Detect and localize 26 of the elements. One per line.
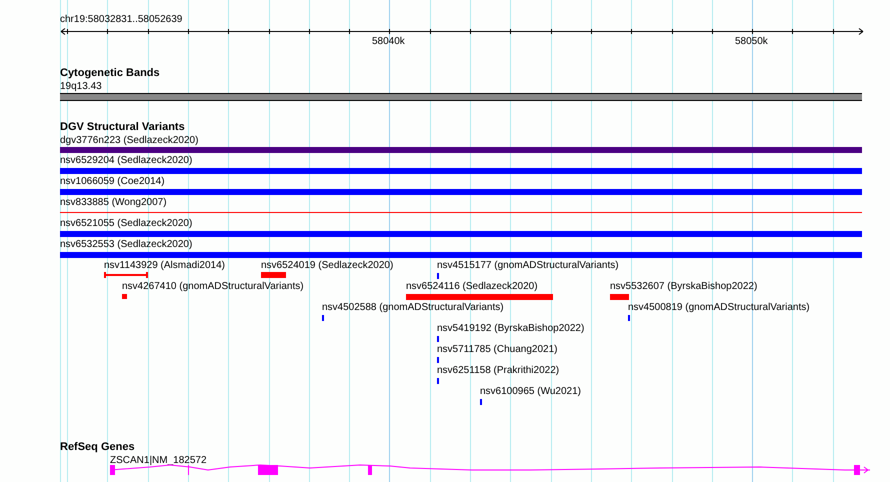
variant-label: nsv6251158 (Prakrithi2022)	[437, 365, 560, 376]
variant-label: nsv4500819 (gnomADStructuralVariants)	[628, 302, 810, 313]
variant-label: nsv6524116 (Sedlazeck2020)	[406, 281, 538, 292]
variant-label: nsv4267410 (gnomADStructuralVariants)	[122, 281, 304, 292]
variant-label: nsv833885 (Wong2007)	[60, 197, 167, 208]
variant-label: nsv6529204 (Sedlazeck2020)	[60, 155, 192, 166]
track-title: RefSeq Genes	[60, 442, 135, 453]
variant-label: nsv1066059 (Coe2014)	[60, 176, 165, 187]
region-label: chr19:58032831..58052639	[60, 14, 182, 25]
variant-label: nsv6532553 (Sedlazeck2020)	[60, 239, 192, 250]
tick-label: 58050k	[735, 36, 768, 47]
variant-label: nsv6524019 (Sedlazeck2020)	[261, 260, 394, 271]
tick-label: 58040k	[372, 36, 405, 47]
variant-label: nsv5532607 (ByrskaBishop2022)	[610, 281, 758, 292]
variant-label: nsv5419192 (ByrskaBishop2022)	[437, 323, 584, 334]
variant-label: nsv1143929 (Alsmadi2014)	[104, 260, 226, 271]
variant-label: dgv3776n223 (Sedlazeck2020)	[60, 135, 198, 146]
variant-label: nsv4515177 (gnomADStructuralVariants)	[437, 260, 619, 271]
variant-label: nsv6100965 (Wu2021)	[480, 386, 581, 397]
band-label: 19q13.43	[60, 81, 102, 92]
variant-label: nsv5711785 (Chuang2021)	[437, 344, 558, 355]
track-title: Cytogenetic Bands	[60, 68, 160, 79]
variant-label: nsv6521055 (Sedlazeck2020)	[60, 218, 192, 229]
track-title: DGV Structural Variants	[60, 122, 185, 133]
variant-label: nsv4502588 (gnomADStructuralVariants)	[322, 302, 504, 313]
gene-label: ZSCAN1|NM_182572	[110, 455, 207, 466]
